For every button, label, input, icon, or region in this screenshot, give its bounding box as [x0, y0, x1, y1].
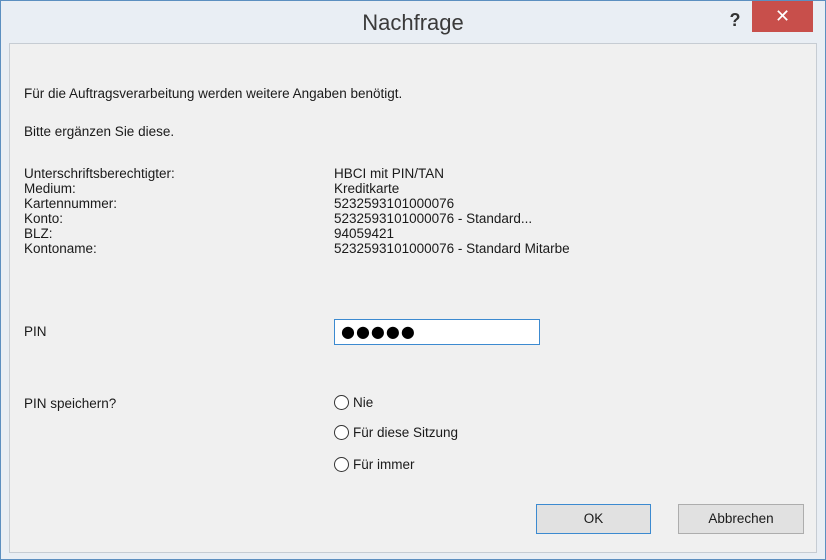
title-bar: Nachfrage ? ✕ [1, 1, 825, 43]
radio-button[interactable] [334, 394, 349, 410]
ok-button[interactable]: OK [536, 504, 651, 534]
dialog-title: Nachfrage [362, 10, 464, 35]
help-button[interactable]: ? [717, 5, 753, 35]
value-account: 5232593101000076 - Standard... [334, 211, 533, 226]
value-medium: Kreditkarte [334, 181, 400, 196]
radio-never[interactable]: Nie [334, 392, 373, 412]
intro-text: Für die Auftragsverarbeitung werden weit… [24, 86, 403, 101]
close-icon: ✕ [774, 6, 791, 26]
value-signatory: HBCI mit PIN/TAN [334, 166, 445, 181]
radio-session[interactable]: Für diese Sitzung [334, 422, 458, 442]
details-values: HBCI mit PIN/TAN Kreditkarte 52325931010… [334, 166, 570, 256]
instruction-text: Bitte ergänzen Sie diese. [24, 124, 175, 139]
label-medium: Medium: [24, 181, 76, 196]
details-labels: Unterschriftsberechtigter: Medium: Karte… [24, 166, 175, 256]
value-card-number: 5232593101000076 [334, 196, 455, 211]
label-account: Konto: [24, 211, 64, 226]
dialog-content: Für die Auftragsverarbeitung werden weit… [9, 43, 817, 553]
radio-button[interactable] [334, 456, 349, 472]
cancel-button[interactable]: Abbrechen [678, 504, 804, 534]
dialog-window: Nachfrage ? ✕ Für die Auftragsverarbeitu… [0, 0, 826, 560]
radio-button[interactable] [334, 424, 349, 440]
save-pin-label: PIN speichern? [24, 396, 117, 411]
radio-forever[interactable]: Für immer [334, 454, 415, 474]
label-card-number: Kartennummer: [24, 196, 118, 211]
pin-label: PIN [24, 324, 47, 339]
close-button[interactable]: ✕ [752, 1, 813, 32]
label-account-name: Kontoname: [24, 241, 97, 256]
label-signatory: Unterschriftsberechtigter: [24, 166, 175, 181]
label-blz: BLZ: [24, 226, 53, 241]
pin-field[interactable]: ●●●●● [334, 319, 540, 345]
value-blz: 94059421 [334, 226, 395, 241]
value-account-name: 5232593101000076 - Standard Mitarbe [334, 241, 570, 256]
